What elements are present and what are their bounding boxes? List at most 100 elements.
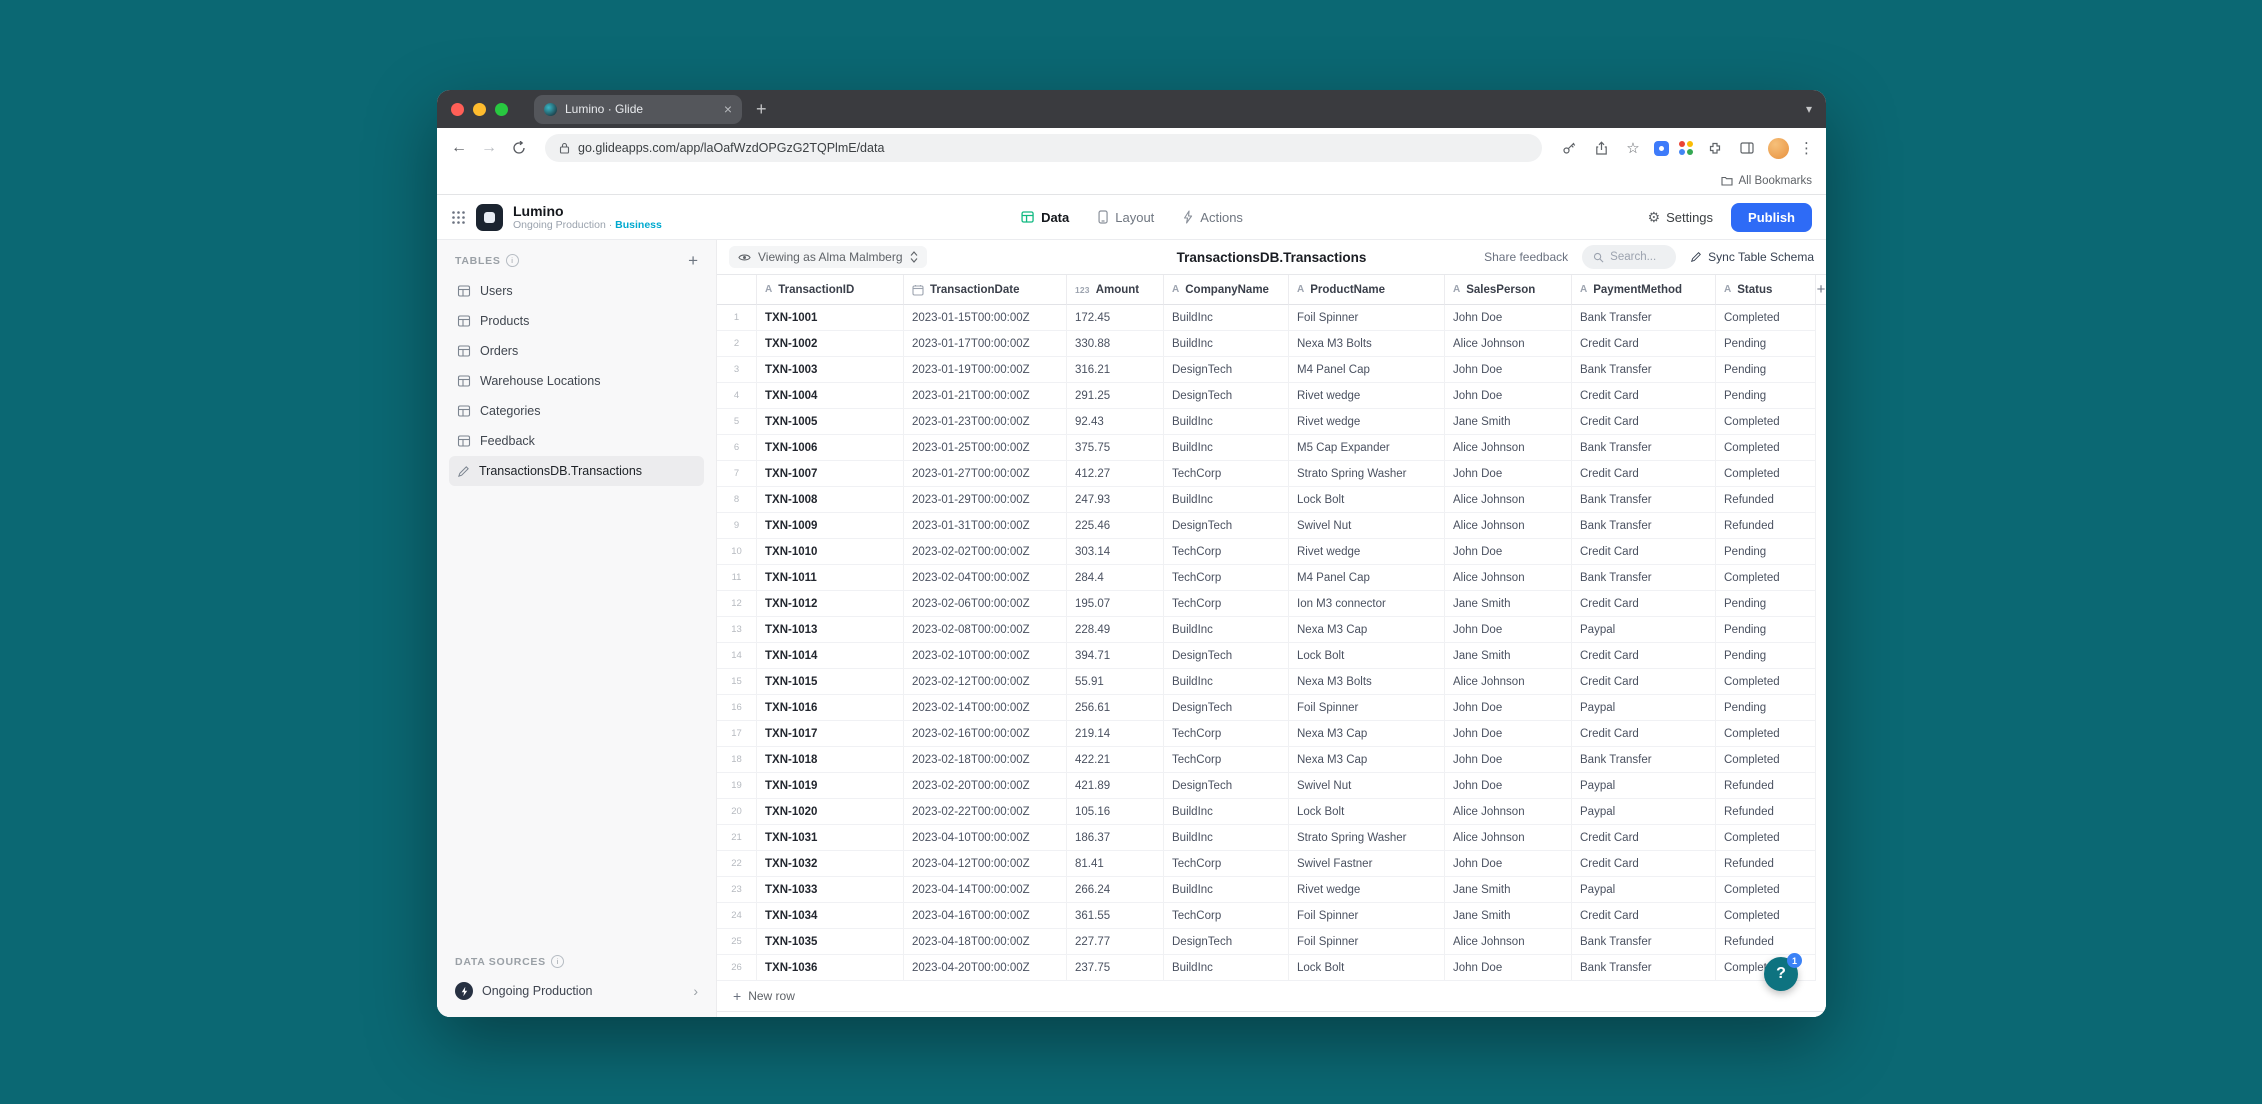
cell-companyname[interactable]: BuildInc	[1164, 331, 1289, 357]
sidebar-item-users[interactable]: Users	[449, 276, 704, 306]
cell-amount[interactable]: 375.75	[1067, 435, 1164, 461]
app-logo[interactable]	[476, 203, 503, 231]
cell-salesperson[interactable]: Jane Smith	[1445, 409, 1572, 435]
cell-companyname[interactable]: BuildInc	[1164, 669, 1289, 695]
cell-productname[interactable]: Swivel Nut	[1289, 773, 1445, 799]
cell-transactiondate[interactable]: 2023-02-16T00:00:00Z	[904, 721, 1067, 747]
cell-salesperson[interactable]: Alice Johnson	[1445, 513, 1572, 539]
cell-transactionid[interactable]: TXN-1010	[757, 539, 904, 565]
cell-transactiondate[interactable]: 2023-04-16T00:00:00Z	[904, 903, 1067, 929]
settings-button[interactable]: ⚙ Settings	[1648, 209, 1714, 226]
cell-salesperson[interactable]: Alice Johnson	[1445, 799, 1572, 825]
cell-productname[interactable]: Swivel Nut	[1289, 513, 1445, 539]
cell-transactionid[interactable]: TXN-1031	[757, 825, 904, 851]
cell-transactionid[interactable]: TXN-1015	[757, 669, 904, 695]
cell-productname[interactable]: Nexa M3 Bolts	[1289, 331, 1445, 357]
cell-companyname[interactable]: DesignTech	[1164, 513, 1289, 539]
cell-paymentmethod[interactable]: Credit Card	[1572, 591, 1716, 617]
cell-productname[interactable]: Lock Bolt	[1289, 799, 1445, 825]
url-bar[interactable]: go.glideapps.com/app/laOafWzdOPGzG2TQPlm…	[545, 134, 1542, 162]
cell-companyname[interactable]: TechCorp	[1164, 539, 1289, 565]
cell-amount[interactable]: 266.24	[1067, 877, 1164, 903]
cell-amount[interactable]: 219.14	[1067, 721, 1164, 747]
cell-productname[interactable]: Foil Spinner	[1289, 903, 1445, 929]
cell-transactiondate[interactable]: 2023-01-27T00:00:00Z	[904, 461, 1067, 487]
cell-amount[interactable]: 316.21	[1067, 357, 1164, 383]
back-button[interactable]: ←	[449, 139, 469, 157]
cell-paymentmethod[interactable]: Paypal	[1572, 617, 1716, 643]
cell-paymentmethod[interactable]: Bank Transfer	[1572, 305, 1716, 331]
cell-transactiondate[interactable]: 2023-01-25T00:00:00Z	[904, 435, 1067, 461]
cell-transactionid[interactable]: TXN-1019	[757, 773, 904, 799]
cell-paymentmethod[interactable]: Credit Card	[1572, 669, 1716, 695]
cell-transactionid[interactable]: TXN-1009	[757, 513, 904, 539]
cell-status[interactable]: Pending	[1716, 617, 1816, 643]
cell-paymentmethod[interactable]: Bank Transfer	[1572, 487, 1716, 513]
cell-status[interactable]: Completed	[1716, 669, 1816, 695]
cell-transactionid[interactable]: TXN-1013	[757, 617, 904, 643]
cell-companyname[interactable]: TechCorp	[1164, 591, 1289, 617]
profile-avatar[interactable]	[1768, 137, 1789, 159]
passwords-key-icon[interactable]	[1558, 137, 1580, 159]
close-tab-icon[interactable]: ×	[724, 102, 732, 116]
cell-productname[interactable]: Strato Spring Washer	[1289, 461, 1445, 487]
cell-transactiondate[interactable]: 2023-02-12T00:00:00Z	[904, 669, 1067, 695]
viewing-as-selector[interactable]: Viewing as Alma Malmberg	[729, 246, 927, 268]
cell-amount[interactable]: 228.49	[1067, 617, 1164, 643]
cell-transactionid[interactable]: TXN-1012	[757, 591, 904, 617]
side-panel-icon[interactable]	[1736, 137, 1758, 159]
cell-productname[interactable]: Nexa M3 Cap	[1289, 617, 1445, 643]
cell-paymentmethod[interactable]: Credit Card	[1572, 643, 1716, 669]
cell-productname[interactable]: Nexa M3 Cap	[1289, 747, 1445, 773]
cell-companyname[interactable]: BuildInc	[1164, 435, 1289, 461]
column-header-salesperson[interactable]: A SalesPerson	[1445, 275, 1572, 305]
cell-status[interactable]: Refunded	[1716, 773, 1816, 799]
cell-status[interactable]: Completed	[1716, 721, 1816, 747]
cell-salesperson[interactable]: John Doe	[1445, 305, 1572, 331]
cell-productname[interactable]: Foil Spinner	[1289, 305, 1445, 331]
cell-amount[interactable]: 81.41	[1067, 851, 1164, 877]
cell-salesperson[interactable]: Jane Smith	[1445, 643, 1572, 669]
cell-status[interactable]: Pending	[1716, 357, 1816, 383]
sync-table-schema-button[interactable]: Sync Table Schema	[1690, 250, 1814, 264]
cell-paymentmethod[interactable]: Credit Card	[1572, 331, 1716, 357]
cell-transactionid[interactable]: TXN-1005	[757, 409, 904, 435]
cell-salesperson[interactable]: Jane Smith	[1445, 877, 1572, 903]
cell-companyname[interactable]: BuildInc	[1164, 617, 1289, 643]
app-switcher-icon[interactable]	[451, 210, 466, 225]
cell-paymentmethod[interactable]: Credit Card	[1572, 461, 1716, 487]
cell-companyname[interactable]: TechCorp	[1164, 565, 1289, 591]
cell-transactiondate[interactable]: 2023-04-18T00:00:00Z	[904, 929, 1067, 955]
cell-salesperson[interactable]: Alice Johnson	[1445, 331, 1572, 357]
cell-paymentmethod[interactable]: Credit Card	[1572, 409, 1716, 435]
cell-status[interactable]: Pending	[1716, 695, 1816, 721]
cell-amount[interactable]: 172.45	[1067, 305, 1164, 331]
share-icon[interactable]	[1590, 137, 1612, 159]
cell-paymentmethod[interactable]: Bank Transfer	[1572, 955, 1716, 981]
cell-companyname[interactable]: TechCorp	[1164, 747, 1289, 773]
sidebar-item-feedback[interactable]: Feedback	[449, 426, 704, 456]
cell-companyname[interactable]: BuildInc	[1164, 877, 1289, 903]
cell-transactiondate[interactable]: 2023-01-19T00:00:00Z	[904, 357, 1067, 383]
cell-productname[interactable]: Rivet wedge	[1289, 539, 1445, 565]
column-header-paymentmethod[interactable]: A PaymentMethod	[1572, 275, 1716, 305]
all-bookmarks-label[interactable]: All Bookmarks	[1739, 175, 1813, 187]
cell-status[interactable]: Completed	[1716, 903, 1816, 929]
cell-amount[interactable]: 186.37	[1067, 825, 1164, 851]
cell-salesperson[interactable]: John Doe	[1445, 721, 1572, 747]
cell-transactiondate[interactable]: 2023-02-20T00:00:00Z	[904, 773, 1067, 799]
cell-companyname[interactable]: BuildInc	[1164, 825, 1289, 851]
tab-layout[interactable]: Layout	[1097, 195, 1154, 239]
cell-paymentmethod[interactable]: Bank Transfer	[1572, 357, 1716, 383]
cell-paymentmethod[interactable]: Bank Transfer	[1572, 565, 1716, 591]
cell-transactionid[interactable]: TXN-1001	[757, 305, 904, 331]
cell-productname[interactable]: M4 Panel Cap	[1289, 357, 1445, 383]
cell-transactiondate[interactable]: 2023-02-22T00:00:00Z	[904, 799, 1067, 825]
cell-productname[interactable]: Nexa M3 Cap	[1289, 721, 1445, 747]
cell-transactionid[interactable]: TXN-1008	[757, 487, 904, 513]
cell-transactiondate[interactable]: 2023-01-31T00:00:00Z	[904, 513, 1067, 539]
cell-companyname[interactable]: BuildInc	[1164, 955, 1289, 981]
cell-transactionid[interactable]: TXN-1018	[757, 747, 904, 773]
share-feedback-link[interactable]: Share feedback	[1484, 250, 1568, 264]
cell-paymentmethod[interactable]: Paypal	[1572, 695, 1716, 721]
